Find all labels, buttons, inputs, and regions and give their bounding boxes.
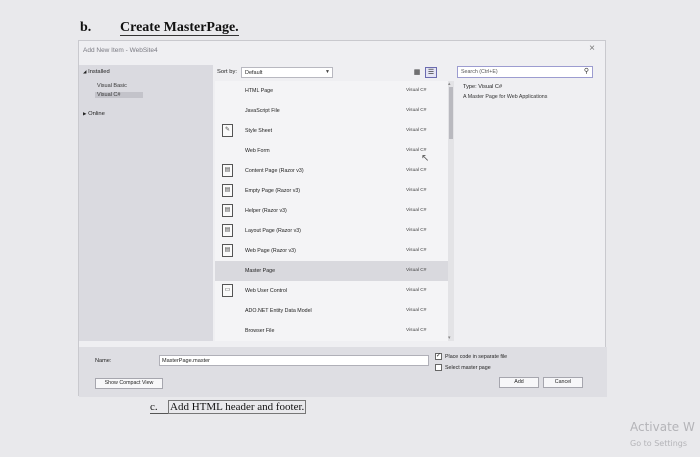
dialog-title: Add New Item - WebSite4 [83,47,158,54]
next-section-number: c. [150,401,168,414]
template-name: Style Sheet [245,128,273,134]
show-compact-view-button[interactable]: Show Compact View [95,378,163,389]
template-category-tree: ◢ Installed Visual Basic Visual C# ▶ Onl… [79,65,213,341]
user-control-icon: ▭ [222,284,233,297]
template-row[interactable]: ▤ Layout Page (Razor v3) Visual C# [215,221,448,241]
add-new-item-dialog: Add New Item - WebSite4 × ◢ Installed Vi… [78,40,607,397]
sort-toolbar: Sort by: Default ▼ ▦ ☰ [215,65,455,81]
template-language: Visual C# [406,288,427,293]
dialog-titlebar: Add New Item - WebSite4 × [79,41,605,63]
tree-item-visual-basic[interactable]: Visual Basic [95,83,143,89]
template-language: Visual C# [406,228,427,233]
activation-watermark-title: Activate W [630,420,695,434]
template-row[interactable]: ✎ Style Sheet Visual C# [215,121,448,141]
template-row[interactable]: ADO.NET Entity Data Model Visual C# [215,301,448,321]
chevron-down-icon: ▼ [325,69,330,75]
razor-page-icon: ▤ [222,224,233,237]
template-list-scrollbar[interactable]: ▴ ▾ [448,81,454,341]
scrollbar-thumb[interactable] [449,87,453,139]
template-details: Type: Visual C# A Master Page for Web Ap… [463,84,595,100]
cancel-button[interactable]: Cancel [543,377,583,388]
section-heading: b. Create MasterPage. [80,20,239,36]
template-name: Web Page (Razor v3) [245,248,296,254]
template-row[interactable]: ▤ Helper (Razor v3) Visual C# [215,201,448,221]
close-icon[interactable]: × [589,43,595,54]
tree-item-installed[interactable]: ◢ Installed [83,69,110,75]
template-language: Visual C# [406,88,427,93]
section-title: Create MasterPage. [120,20,239,36]
add-button[interactable]: Add [499,377,539,388]
template-language: Visual C# [406,108,427,113]
sort-label: Sort by: [217,69,237,75]
dialog-footer: Name: MasterPage.master ✓ Place code in s… [79,347,607,397]
search-input[interactable]: Search (Ctrl+E) ⚲ [457,66,593,78]
template-row[interactable]: ▤ Web Page (Razor v3) Visual C# [215,241,448,261]
template-row[interactable]: Web Form Visual C# [215,141,448,161]
collapse-arrow-icon: ▶ [83,111,87,116]
template-row[interactable]: JavaScript File Visual C# [215,101,448,121]
template-name: Empty Page (Razor v3) [245,188,301,194]
template-name: Browser File [245,328,275,334]
template-name: Helper (Razor v3) [245,208,287,214]
tree-item-online[interactable]: ▶ Online [83,111,105,117]
list-view-icon[interactable]: ☰ [425,67,437,78]
template-row[interactable]: HTML Page Visual C# [215,81,448,101]
expand-arrow-icon: ◢ [83,69,87,74]
detail-description: A Master Page for Web Applications [463,94,548,100]
template-name: Web User Control [245,288,287,294]
template-language: Visual C# [406,248,427,253]
template-name: ADO.NET Entity Data Model [245,308,312,314]
template-name: JavaScript File [245,108,280,114]
separate-file-checkbox[interactable]: ✓ Place code in separate file [435,353,507,360]
template-language: Visual C# [406,208,427,213]
checkbox-checked-icon: ✓ [435,353,442,360]
activation-watermark-subtitle: Go to Settings [630,439,688,448]
detail-type: Type: Visual C# [463,84,503,90]
section-number: b. [80,20,92,35]
template-name: Web Form [245,148,270,154]
template-row[interactable]: ▤ Content Page (Razor v3) Visual C# [215,161,448,181]
name-label: Name: [95,358,112,364]
style-sheet-icon: ✎ [222,124,233,137]
razor-page-icon: ▤ [222,164,233,177]
template-name: Layout Page (Razor v3) [245,228,301,234]
next-section-heading: c. Add HTML header and footer. [150,400,307,414]
checkbox-unchecked-icon [435,364,442,371]
template-row[interactable]: ▤ Empty Page (Razor v3) Visual C# [215,181,448,201]
search-icon[interactable]: ⚲ [584,67,589,75]
template-language: Visual C# [406,168,427,173]
tree-item-visual-csharp[interactable]: Visual C# [95,92,143,98]
mouse-cursor-icon: ↖ [421,153,430,164]
template-row[interactable]: Master Page Visual C# [215,261,448,281]
template-language: Visual C# [406,328,427,333]
next-section-title: Add HTML header and footer. [168,400,307,414]
scroll-down-icon[interactable]: ▾ [448,335,451,341]
template-name: Content Page (Razor v3) [245,168,304,174]
select-master-page-checkbox[interactable]: Select master page [435,364,491,371]
razor-page-icon: ▤ [222,244,233,257]
grid-view-icon[interactable]: ▦ [411,67,423,78]
razor-page-icon: ▤ [222,204,233,217]
template-name: HTML Page [245,88,274,94]
template-row[interactable]: Browser File Visual C# [215,321,448,341]
template-language: Visual C# [406,188,427,193]
template-row[interactable]: ▭ Web User Control Visual C# [215,281,448,301]
sort-by-select[interactable]: Default ▼ [241,67,333,78]
name-input[interactable]: MasterPage.master [159,355,429,366]
template-name: Master Page [245,268,276,274]
template-language: Visual C# [406,308,427,313]
template-language: Visual C# [406,268,427,273]
template-list: HTML Page Visual C# JavaScript File Visual … [215,81,448,341]
template-language: Visual C# [406,128,427,133]
razor-page-icon: ▤ [222,184,233,197]
